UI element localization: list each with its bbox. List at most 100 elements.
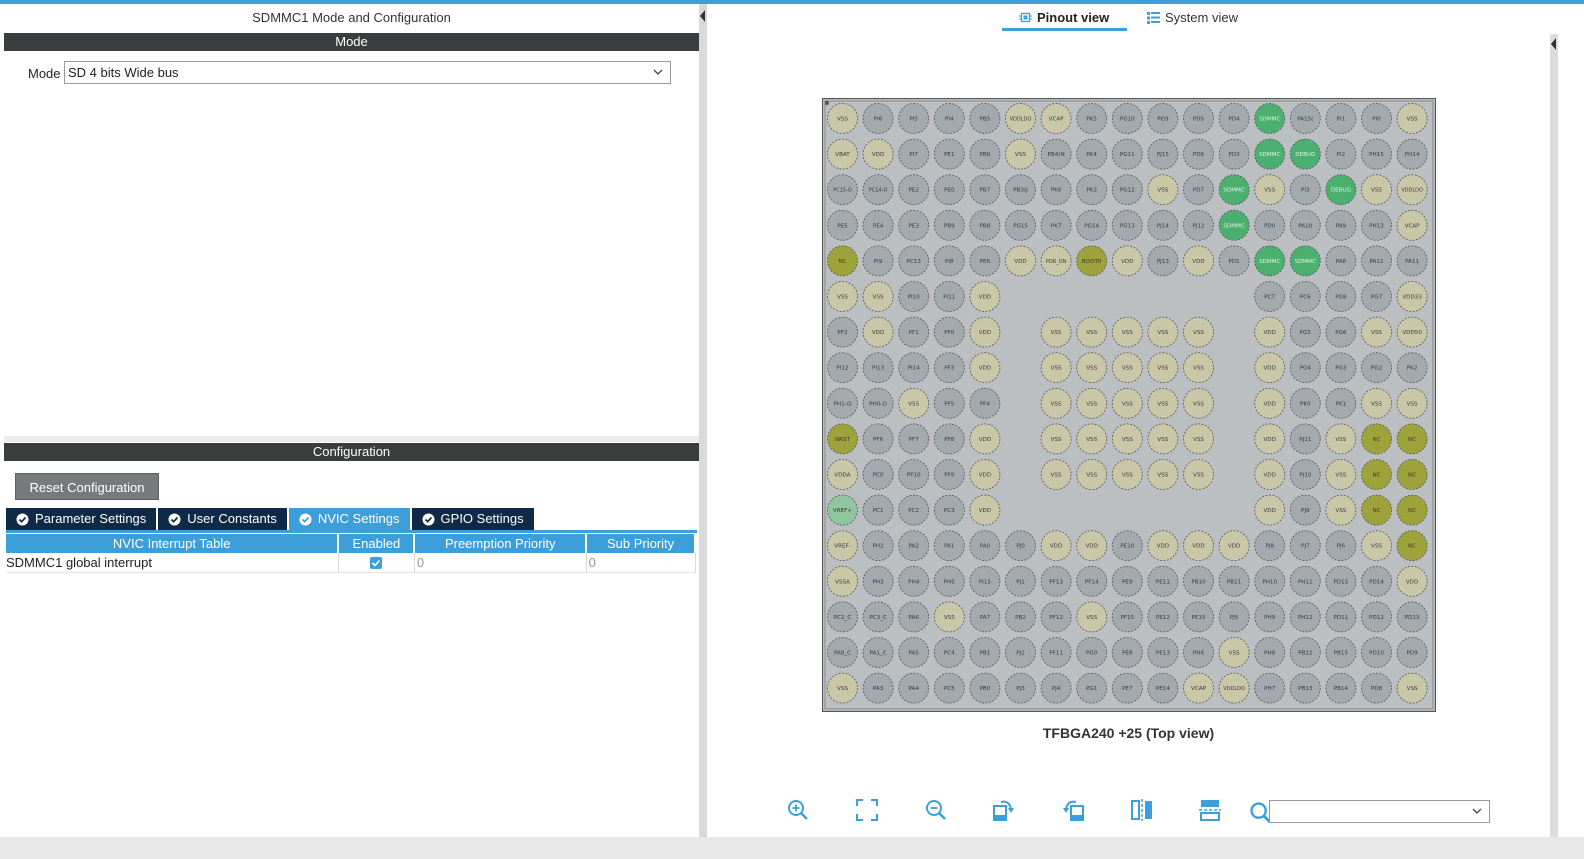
pin[interactable]: PJ7: [1289, 530, 1321, 562]
pin[interactable]: PB13: [1289, 672, 1321, 704]
pin[interactable]: PI0: [1361, 103, 1392, 134]
pin[interactable]: PK7: [1040, 209, 1072, 241]
pin[interactable]: PG8: [1325, 281, 1357, 312]
pin[interactable]: PE8: [1111, 637, 1143, 668]
pin[interactable]: SDMMC: [1289, 245, 1321, 277]
pin[interactable]: PA11: [1396, 245, 1428, 277]
pin[interactable]: VSS: [1396, 672, 1428, 704]
pin[interactable]: PE5: [827, 209, 858, 241]
pin[interactable]: PF14: [1076, 565, 1108, 597]
pin[interactable]: PB5: [969, 103, 1001, 134]
pin[interactable]: PC6: [1289, 281, 1321, 312]
pin[interactable]: PF3: [933, 352, 965, 384]
pin[interactable]: VDD: [1183, 245, 1214, 277]
pin[interactable]: VSS: [1111, 352, 1143, 384]
pin[interactable]: PB8: [969, 209, 1001, 241]
pin[interactable]: VDD: [1396, 565, 1428, 597]
pin[interactable]: PG11: [1111, 138, 1143, 170]
pin[interactable]: VDD: [969, 281, 1001, 312]
chevron-down-icon[interactable]: [1471, 805, 1483, 817]
pin[interactable]: PE14: [1147, 672, 1179, 704]
mode-select[interactable]: SD 4 bits Wide bus: [64, 61, 671, 84]
pin[interactable]: PB3(J: [1005, 174, 1036, 206]
mode-section-header[interactable]: Mode: [4, 33, 699, 51]
section-splitter[interactable]: [4, 436, 699, 442]
tab-nvic-settings[interactable]: NVIC Settings: [288, 508, 410, 530]
pin[interactable]: VCAP: [1183, 672, 1214, 704]
pin[interactable]: PH2: [862, 530, 894, 562]
pin[interactable]: PG13: [1111, 209, 1143, 241]
pin[interactable]: VSS: [1183, 352, 1214, 384]
pin[interactable]: PA1: [933, 530, 965, 562]
pin[interactable]: PB2: [1005, 601, 1036, 633]
pin[interactable]: PC15-O: [827, 174, 858, 206]
pin[interactable]: VDD: [1254, 494, 1286, 526]
pin[interactable]: SDMMC: [1254, 245, 1286, 277]
pin[interactable]: PG0: [1076, 637, 1108, 668]
pin[interactable]: PF5: [933, 387, 965, 419]
pin[interactable]: VSS: [1040, 423, 1072, 455]
pin[interactable]: VSS: [827, 672, 858, 704]
pin[interactable]: PH1-O: [827, 387, 858, 419]
pin[interactable]: PD15: [1325, 565, 1357, 597]
collapse-left-icon[interactable]: [700, 10, 705, 22]
pin[interactable]: VDD: [1076, 530, 1108, 562]
pin[interactable]: VSS: [1076, 423, 1108, 455]
pin[interactable]: PE7: [1111, 672, 1143, 704]
pin[interactable]: VDD: [969, 316, 1001, 348]
pin[interactable]: VREF+: [827, 494, 858, 526]
pin[interactable]: VSS: [1361, 316, 1392, 348]
pane-divider[interactable]: [699, 4, 707, 837]
pin[interactable]: PF4: [969, 387, 1001, 419]
pin[interactable]: PI12: [827, 352, 858, 384]
tab-gpio-settings[interactable]: GPIO Settings: [411, 508, 534, 530]
pin[interactable]: PJ12: [1183, 209, 1214, 241]
pin[interactable]: VSS: [1076, 316, 1108, 348]
collapse-right-icon[interactable]: [1551, 38, 1556, 50]
pin[interactable]: PK4: [1076, 138, 1108, 170]
configuration-section-header[interactable]: Configuration: [4, 443, 699, 461]
pin[interactable]: PH10: [1254, 565, 1286, 597]
pin[interactable]: VSS: [1040, 352, 1072, 384]
pin[interactable]: VSS: [1218, 637, 1250, 668]
pin[interactable]: VDD: [1254, 459, 1286, 490]
pin[interactable]: PC14-O: [862, 174, 894, 206]
pin[interactable]: DEBUG: [1289, 138, 1321, 170]
pin[interactable]: VDD: [862, 316, 894, 348]
pin[interactable]: VDD: [1183, 530, 1214, 562]
pin[interactable]: PH13: [1361, 209, 1392, 241]
pin[interactable]: PE11: [1147, 565, 1179, 597]
pin[interactable]: PJ8: [1254, 530, 1286, 562]
pin[interactable]: PH9: [1254, 601, 1286, 633]
pin[interactable]: PH12: [1289, 601, 1321, 633]
pin[interactable]: PC0: [862, 459, 894, 490]
pin[interactable]: PK5: [1076, 103, 1108, 134]
pin[interactable]: PA0: [969, 530, 1001, 562]
pin[interactable]: PF13: [1040, 565, 1072, 597]
pin[interactable]: PE4: [862, 209, 894, 241]
pin[interactable]: PE10: [1111, 530, 1143, 562]
pin[interactable]: PE3: [898, 209, 930, 241]
pin[interactable]: NRST: [827, 423, 858, 455]
pin[interactable]: PC2: [898, 494, 930, 526]
zoom-in-icon[interactable]: [785, 797, 811, 823]
pin[interactable]: PF1: [898, 316, 930, 348]
pin[interactable]: PJ1: [1005, 565, 1036, 597]
pin[interactable]: PI10: [898, 281, 930, 312]
pin[interactable]: PD7: [1183, 174, 1214, 206]
pin[interactable]: VDD: [1218, 530, 1250, 562]
pin[interactable]: VDD: [969, 352, 1001, 384]
preemption-priority-value[interactable]: 0: [414, 553, 587, 573]
pin[interactable]: PC5: [933, 672, 965, 704]
pin[interactable]: VSS: [1361, 387, 1392, 419]
pin[interactable]: BOOT0: [1076, 245, 1108, 277]
pin[interactable]: PA10: [1289, 209, 1321, 241]
pin[interactable]: PJ9: [1289, 494, 1321, 526]
enabled-checkbox[interactable]: [370, 557, 383, 570]
pin[interactable]: PF0: [933, 316, 965, 348]
pin[interactable]: VDD: [1147, 530, 1179, 562]
pin[interactable]: PG2: [1361, 352, 1392, 384]
pin[interactable]: PC1: [862, 494, 894, 526]
pin[interactable]: PA6: [898, 601, 930, 633]
pin[interactable]: PI8: [933, 245, 965, 277]
